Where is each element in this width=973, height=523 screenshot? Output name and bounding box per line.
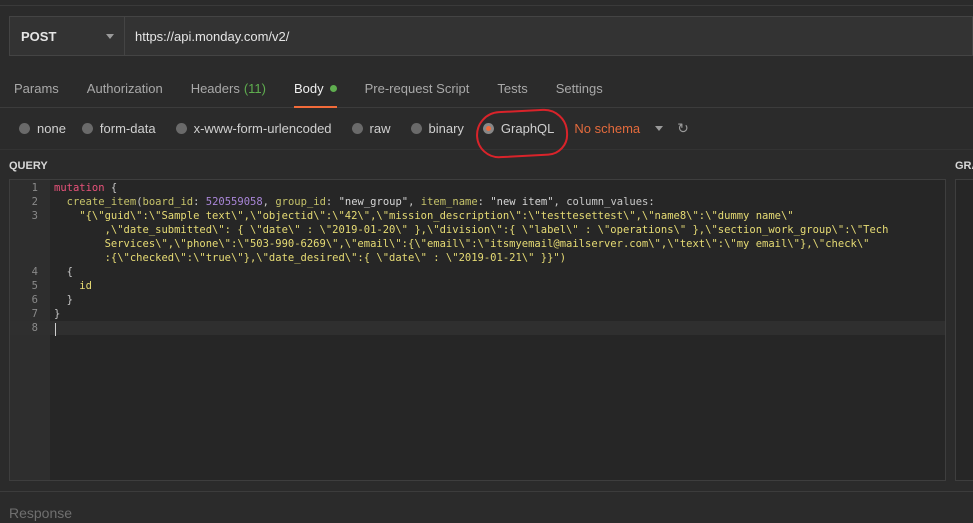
tab-settings[interactable]: Settings — [542, 70, 617, 107]
chevron-down-icon[interactable] — [655, 126, 664, 131]
line-number: 7 — [31, 308, 38, 320]
radio-x-www-form-urlencoded[interactable]: x-www-form-urlencoded — [175, 121, 332, 136]
radio-form-data[interactable]: form-data — [81, 121, 156, 136]
window-top-strip — [0, 0, 973, 6]
tab-body[interactable]: Body — [280, 70, 351, 108]
code-text: { — [54, 266, 73, 278]
method-dropdown[interactable]: POST — [10, 17, 125, 55]
text-cursor — [55, 323, 56, 336]
code-line: 5 id — [10, 279, 945, 293]
graphql-variables-label: GRA — [955, 160, 973, 172]
response-label: Response — [9, 505, 73, 521]
headers-count: (11) — [243, 81, 266, 96]
body-indicator-dot-icon — [329, 85, 337, 92]
radio-icon — [175, 123, 187, 134]
tab-tests[interactable]: Tests — [483, 70, 541, 107]
radio-none[interactable]: none — [19, 121, 66, 136]
radio-raw[interactable]: raw — [351, 121, 391, 136]
method-label: POST — [21, 28, 57, 44]
radio-icon — [410, 123, 422, 134]
line-number: 3 — [31, 210, 38, 222]
radio-label: x-www-form-urlencoded — [193, 121, 332, 136]
graphql-variables-editor[interactable] — [955, 179, 973, 481]
tab-label: Headers — [190, 81, 240, 96]
query-editor[interactable]: 1 mutation {2 create_item(board_id: 52055… — [9, 179, 946, 481]
code-line: 1 mutation { — [10, 181, 945, 195]
code-text: "{\"guid\":\"Sample text\",\"objectid\":… — [54, 210, 794, 222]
code-text: } — [54, 294, 73, 306]
code-text: id — [79, 280, 92, 292]
code-text: ,\"date_submitted\": { \"date\" : \"2019… — [54, 224, 889, 236]
radio-graphql[interactable]: GraphQL — [482, 121, 555, 136]
radio-label: none — [37, 121, 66, 136]
line-number: 6 — [31, 294, 38, 306]
code-line: :{\"checked\":\"true\"},\"date_desired\"… — [10, 251, 945, 265]
radio-label: raw — [369, 121, 391, 136]
code-text: Services\",\"phone\":\"503-990-6269\",\"… — [54, 238, 870, 250]
schema-selector[interactable]: No schema — [574, 121, 640, 136]
tab-label: Pre-request Script — [364, 81, 470, 96]
tab-label: Params — [14, 81, 59, 96]
body-type-selector: none form-data x-www-form-urlencoded raw… — [0, 108, 973, 150]
tab-label: Body — [293, 81, 324, 96]
radio-binary[interactable]: binary — [410, 121, 464, 136]
radio-icon — [81, 123, 93, 134]
line-number: 2 — [31, 196, 38, 208]
radio-label: GraphQL — [500, 121, 555, 136]
url-input[interactable]: https://api.monday.com/v2/ — [125, 29, 289, 44]
line-number: 8 — [31, 322, 38, 334]
code-line: 6 } — [10, 293, 945, 307]
code-line: 7} — [10, 307, 945, 321]
request-tabs: Params Authorization Headers (11) Body Pr… — [0, 70, 973, 108]
radio-label: form-data — [99, 121, 156, 136]
request-url-bar: POST https://api.monday.com/v2/ — [9, 16, 973, 56]
tab-headers[interactable]: Headers (11) — [177, 70, 280, 107]
radio-icon — [351, 123, 363, 134]
tab-pre-request-script[interactable]: Pre-request Script — [351, 70, 484, 107]
code-line: 3 "{\"guid\":\"Sample text\",\"objectid\… — [10, 209, 945, 223]
code-line: 8 — [10, 321, 945, 335]
radio-icon — [19, 123, 30, 134]
code-line: 2 create_item(board_id: 520559058, group… — [10, 195, 945, 209]
line-number: 5 — [31, 280, 38, 292]
code-text: } — [54, 308, 61, 320]
tab-authorization[interactable]: Authorization — [73, 70, 177, 107]
line-number: 1 — [31, 182, 38, 194]
code-line: ,\"date_submitted\": { \"date\" : \"2019… — [10, 223, 945, 237]
code-text: :{\"checked\":\"true\"},\"date_desired\"… — [54, 252, 567, 264]
code-line: Services\",\"phone\":\"503-990-6269\",\"… — [10, 237, 945, 251]
tab-label: Settings — [555, 81, 603, 96]
radio-selected-icon — [482, 123, 494, 134]
code-text: mutation { — [54, 182, 118, 194]
line-number: 4 — [31, 266, 38, 278]
chevron-down-icon — [106, 33, 114, 39]
tab-params[interactable]: Params — [0, 70, 73, 107]
code-line: 4 { — [10, 265, 945, 279]
tab-label: Authorization — [86, 81, 163, 96]
radio-label: binary — [428, 121, 464, 136]
query-label: QUERY — [9, 160, 48, 172]
tab-label: Tests — [497, 81, 528, 96]
refresh-icon[interactable]: ↻ — [677, 120, 689, 137]
response-panel: Response — [0, 491, 973, 523]
code-text: create_item(board_id: 520559058, group_i… — [66, 196, 655, 208]
